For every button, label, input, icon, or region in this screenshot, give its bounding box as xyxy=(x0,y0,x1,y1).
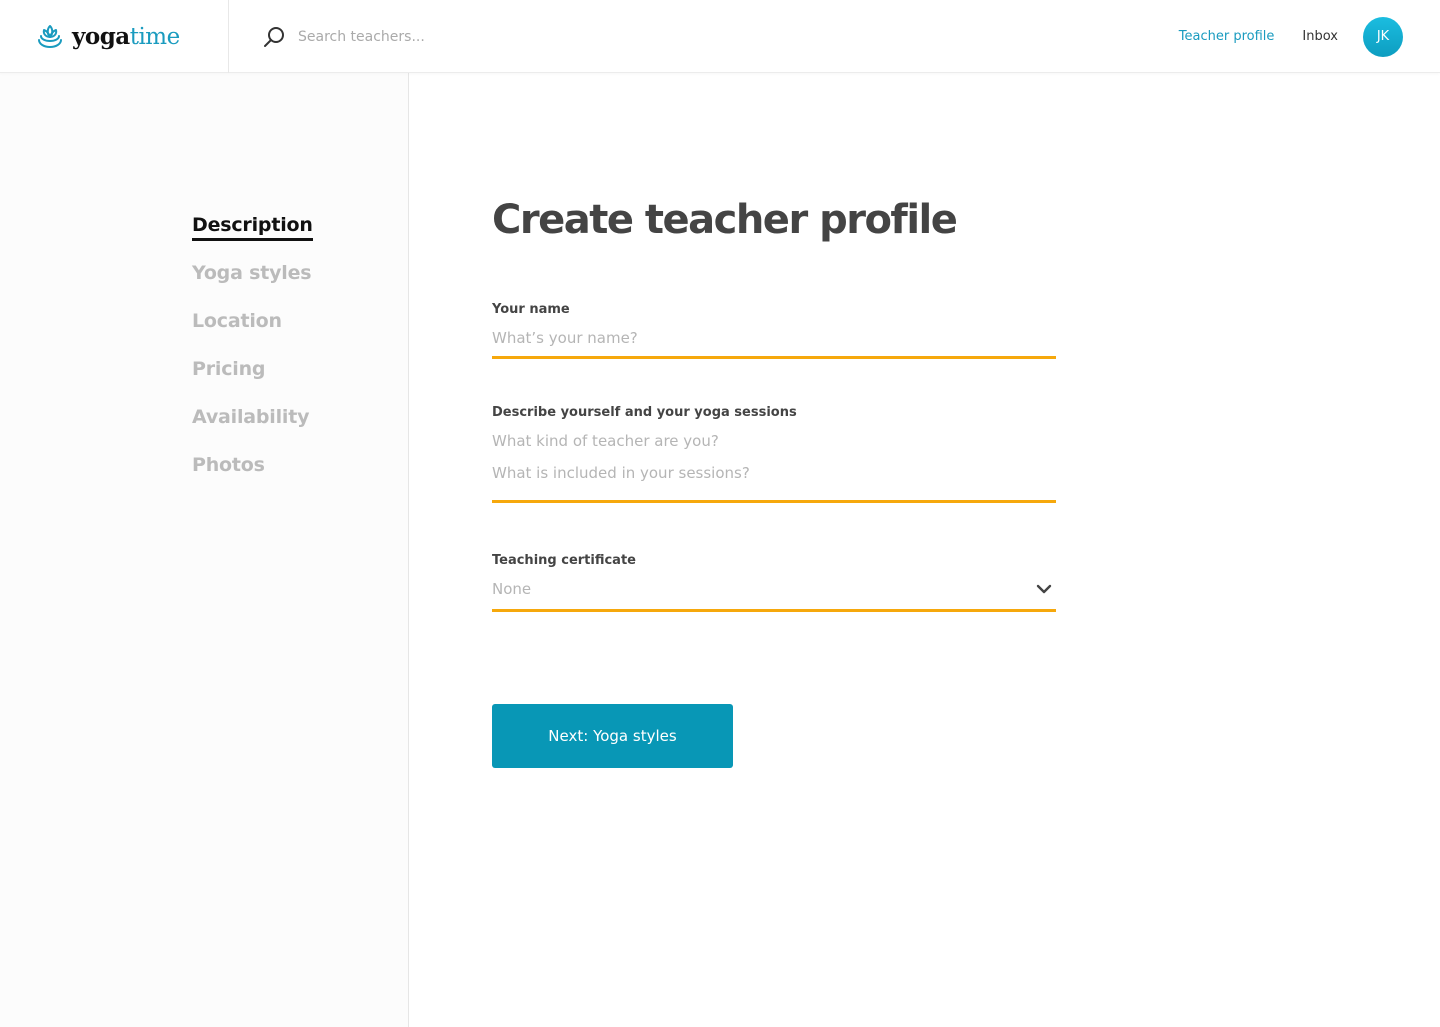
step-label: Description xyxy=(192,212,313,241)
step-label: Location xyxy=(192,310,282,332)
nav-teacher-profile[interactable]: Teacher profile xyxy=(1179,29,1275,44)
logo-text-yoga: yoga xyxy=(72,23,130,50)
logo[interactable]: yogatime xyxy=(0,0,229,73)
description-label: Describe yourself and your yoga sessions xyxy=(492,405,797,420)
search-icon[interactable] xyxy=(262,25,286,49)
lotus-icon xyxy=(38,24,62,48)
certificate-field-group: Teaching certificate None xyxy=(492,549,1056,612)
description-field-group: Describe yourself and your yoga sessions xyxy=(492,401,1056,507)
step-photos[interactable]: Photos xyxy=(192,451,313,499)
header-nav: Teacher profile Inbox JK xyxy=(1179,16,1403,57)
main-content: Create teacher profile Your name Describ… xyxy=(492,73,1056,768)
name-input[interactable] xyxy=(492,319,1056,359)
step-pricing[interactable]: Pricing xyxy=(192,355,313,403)
logo-text-time: time xyxy=(129,24,181,50)
step-label: Photos xyxy=(192,454,265,476)
certificate-label: Teaching certificate xyxy=(492,553,636,568)
name-label: Your name xyxy=(492,302,570,317)
step-label: Yoga styles xyxy=(192,262,312,284)
search-input[interactable] xyxy=(298,29,698,45)
description-textarea[interactable] xyxy=(492,425,1056,503)
step-label: Availability xyxy=(192,406,310,428)
step-yoga-styles[interactable]: Yoga styles xyxy=(192,259,313,307)
name-field-group: Your name xyxy=(492,298,1056,359)
sidebar: Description Yoga styles Location Pricing… xyxy=(0,73,409,1027)
certificate-select[interactable]: None xyxy=(492,570,1056,612)
next-button[interactable]: Next: Yoga styles xyxy=(492,704,733,768)
chevron-down-icon[interactable] xyxy=(1036,583,1052,595)
top-bar: yogatime Teacher profile Inbox JK xyxy=(0,0,1440,73)
step-description[interactable]: Description xyxy=(192,211,313,259)
nav-inbox[interactable]: Inbox xyxy=(1302,29,1338,44)
page-title: Create teacher profile xyxy=(492,197,958,243)
search-bar xyxy=(262,22,762,52)
step-availability[interactable]: Availability xyxy=(192,403,313,451)
step-list: Description Yoga styles Location Pricing… xyxy=(192,211,313,499)
step-location[interactable]: Location xyxy=(192,307,313,355)
logo-text: yogatime xyxy=(72,23,180,50)
certificate-selected-value[interactable]: None xyxy=(492,570,1056,612)
avatar[interactable]: JK xyxy=(1363,16,1403,57)
step-label: Pricing xyxy=(192,358,266,380)
